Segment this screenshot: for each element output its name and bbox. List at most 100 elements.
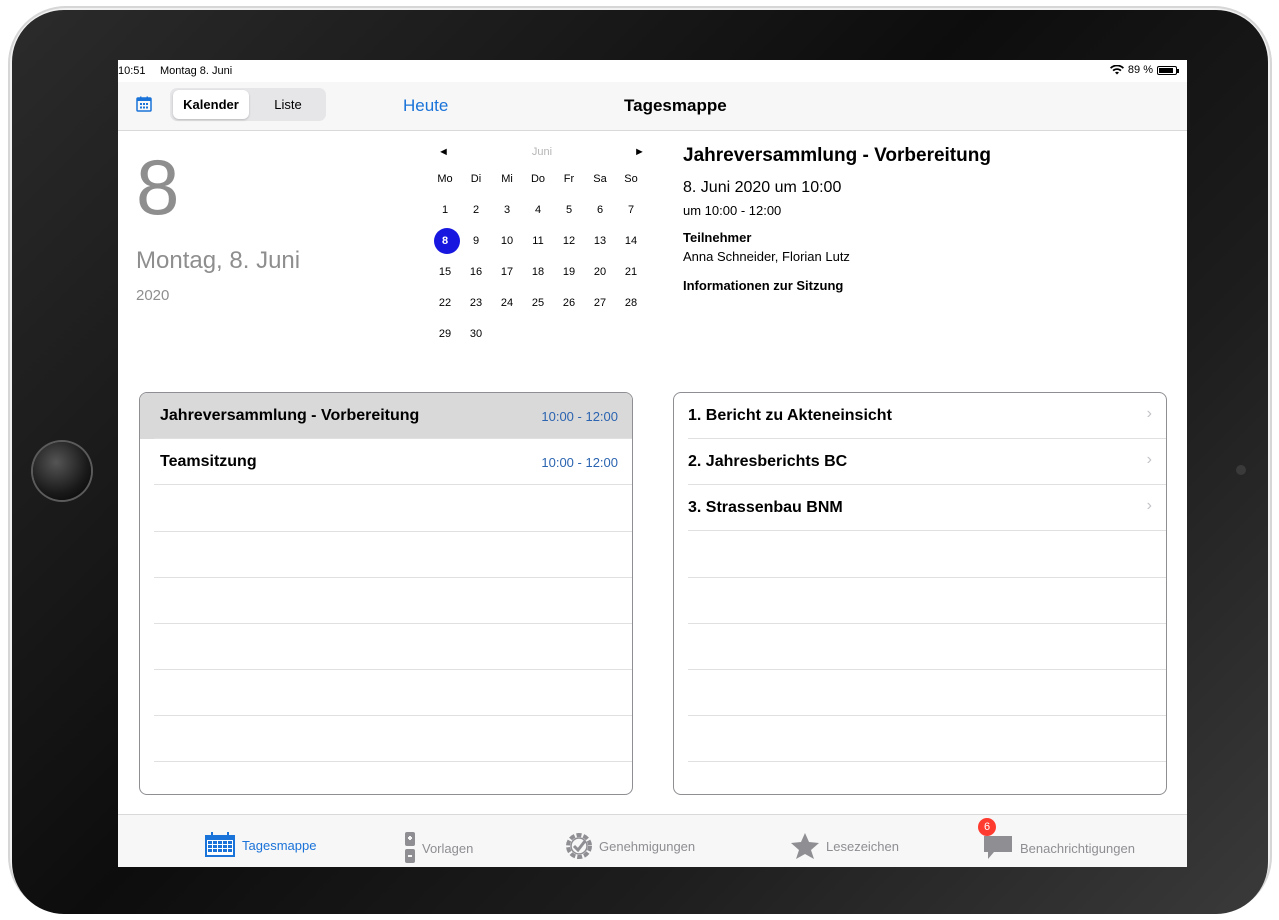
segment-liste[interactable]: Liste xyxy=(252,90,324,119)
calendar-day[interactable]: 26 xyxy=(554,292,584,314)
calendar-day[interactable]: 27 xyxy=(585,292,615,314)
calendar-day[interactable]: 7 xyxy=(616,199,646,221)
tab-label: Lesezeichen xyxy=(826,838,899,854)
calendar-day-number: 12 xyxy=(562,235,576,247)
chevron-right-icon: › xyxy=(1146,451,1152,468)
next-month-button[interactable]: ► xyxy=(634,146,645,158)
calendar-day-number: 21 xyxy=(624,266,638,278)
agenda-item[interactable]: 3. Strassenbau BNM › xyxy=(674,485,1166,531)
calendar-day[interactable]: 10 xyxy=(492,230,522,252)
nav-bar: Kalender Liste Heute Tagesmappe xyxy=(118,82,1187,131)
participants-list: Anna Schneider, Florian Lutz xyxy=(683,249,850,264)
calendar-day-number: 29 xyxy=(438,328,452,340)
calendar-day[interactable]: 2 xyxy=(461,199,491,221)
approval-check-icon xyxy=(566,833,592,859)
agenda-item[interactable]: 2. Jahresberichts BC › xyxy=(674,439,1166,485)
calendar-day-number: 11 xyxy=(532,235,544,247)
tab-label: Tagesmappe xyxy=(242,837,317,853)
calendar-day-number: 16 xyxy=(469,266,483,278)
meetings-list: Jahreversammlung - Vorbereitung 10:00 - 1… xyxy=(139,392,633,795)
calendar-day[interactable]: 14 xyxy=(616,230,646,252)
calendar-day[interactable]: 12 xyxy=(554,230,584,252)
agenda-title: 2. Jahresberichts BC xyxy=(688,453,848,470)
camera-dot xyxy=(1236,465,1246,475)
page-title: Tagesmappe xyxy=(624,96,727,115)
tab-label: Vorlagen xyxy=(422,840,474,856)
calendar-day[interactable]: 28 xyxy=(616,292,646,314)
day-year: 2020 xyxy=(136,287,170,304)
tab-genehmigungen[interactable]: Genehmigungen xyxy=(565,832,695,860)
notifications-icon-wrap: 6 xyxy=(978,818,1020,865)
tab-lesezeichen[interactable]: Lesezeichen xyxy=(790,832,899,860)
app-screen: 10:51 Montag 8. Juni 89 % Kalender Liste… xyxy=(118,60,1187,867)
view-segmented-control: Kalender Liste xyxy=(170,88,326,121)
tab-label: Genehmigungen xyxy=(599,838,696,854)
document-icon xyxy=(405,832,415,863)
battery-icon xyxy=(1157,65,1179,75)
calendar-day-number: 10 xyxy=(500,235,514,247)
agenda-title: 1. Bericht zu Akteneinsicht xyxy=(688,407,892,424)
segment-kalender[interactable]: Kalender xyxy=(173,90,249,119)
calendar-day[interactable]: 6 xyxy=(585,199,615,221)
meeting-title: Teamsitzung xyxy=(160,453,257,470)
calendar-day[interactable]: 4 xyxy=(523,199,553,221)
tab-vorlagen[interactable]: Vorlagen xyxy=(404,832,473,864)
calendar-day[interactable]: 5 xyxy=(554,199,584,221)
calendar-month-label: Juni xyxy=(531,146,553,158)
weekday-label: Di xyxy=(470,173,482,185)
empty-row xyxy=(688,715,1166,762)
calendar-day[interactable]: 25 xyxy=(523,292,553,314)
calendar-day[interactable]: 3 xyxy=(492,199,522,221)
calendar-week: 8 9 10 11 12 13 14 xyxy=(430,228,652,254)
event-time: um 10:00 - 12:00 xyxy=(683,203,782,218)
calendar-day[interactable]: 15 xyxy=(430,261,460,283)
calendar-day-number: 27 xyxy=(593,297,607,309)
calendar-icon xyxy=(205,832,235,857)
notification-badge: 6 xyxy=(978,818,996,836)
calendar-day[interactable]: 9 xyxy=(461,230,491,252)
calendar-day-number: 6 xyxy=(596,204,604,216)
calendar-day-number: 1 xyxy=(441,204,449,216)
tab-benachrichtigungen[interactable]: 6 Benachrichtigungen xyxy=(978,818,1135,865)
calendar-day[interactable]: 16 xyxy=(461,261,491,283)
chat-bubble-icon xyxy=(984,836,1012,859)
calendar-day[interactable]: 20 xyxy=(585,261,615,283)
calendar-icon[interactable] xyxy=(136,96,152,112)
calendar-day-number: 2 xyxy=(472,204,480,216)
calendar-day-number: 7 xyxy=(627,204,635,216)
meeting-info-link[interactable]: Informationen zur Sitzung xyxy=(683,278,843,293)
empty-row xyxy=(688,531,1166,578)
calendar-day[interactable]: 30 xyxy=(461,323,491,345)
meeting-row[interactable]: Teamsitzung 10:00 - 12:00 xyxy=(140,439,632,485)
agenda-item[interactable]: 1. Bericht zu Akteneinsicht › xyxy=(674,393,1166,439)
meeting-time: 10:00 - 12:00 xyxy=(541,455,618,470)
calendar-day[interactable]: 23 xyxy=(461,292,491,314)
calendar-day-number: 14 xyxy=(624,235,638,247)
calendar-day[interactable]: 24 xyxy=(492,292,522,314)
meeting-row[interactable]: Jahreversammlung - Vorbereitung 10:00 - 1… xyxy=(140,393,632,439)
prev-month-button[interactable]: ◄ xyxy=(438,146,449,158)
calendar-day[interactable]: 21 xyxy=(616,261,646,283)
calendar-day[interactable]: 18 xyxy=(523,261,553,283)
calendar-day-number: 28 xyxy=(624,297,638,309)
calendar-day-number: 26 xyxy=(562,297,576,309)
empty-row xyxy=(154,577,632,624)
tab-tagesmappe[interactable]: Tagesmappe xyxy=(204,832,316,858)
calendar-day[interactable]: 1 xyxy=(430,199,460,221)
home-button[interactable] xyxy=(33,442,91,500)
calendar-day[interactable]: 22 xyxy=(430,292,460,314)
event-when: 8. Juni 2020 um 10:00 xyxy=(683,179,842,196)
weekday-label: So xyxy=(624,173,638,185)
empty-row xyxy=(154,531,632,578)
calendar-day[interactable]: 19 xyxy=(554,261,584,283)
weekday-label: Mi xyxy=(501,173,513,185)
calendar-day[interactable]: 13 xyxy=(585,230,615,252)
calendar-week: 15 16 17 18 19 20 21 xyxy=(430,261,652,283)
calendar-day[interactable]: 11 xyxy=(523,230,553,252)
calendar-day-selected[interactable]: 8 xyxy=(430,228,460,254)
calendar-day[interactable]: 29 xyxy=(430,323,460,345)
calendar-day[interactable]: 17 xyxy=(492,261,522,283)
event-title: Jahreversammlung - Vorbereitung xyxy=(683,145,991,166)
status-date: Montag 8. Juni xyxy=(160,65,233,77)
today-button[interactable]: Heute xyxy=(403,96,448,116)
